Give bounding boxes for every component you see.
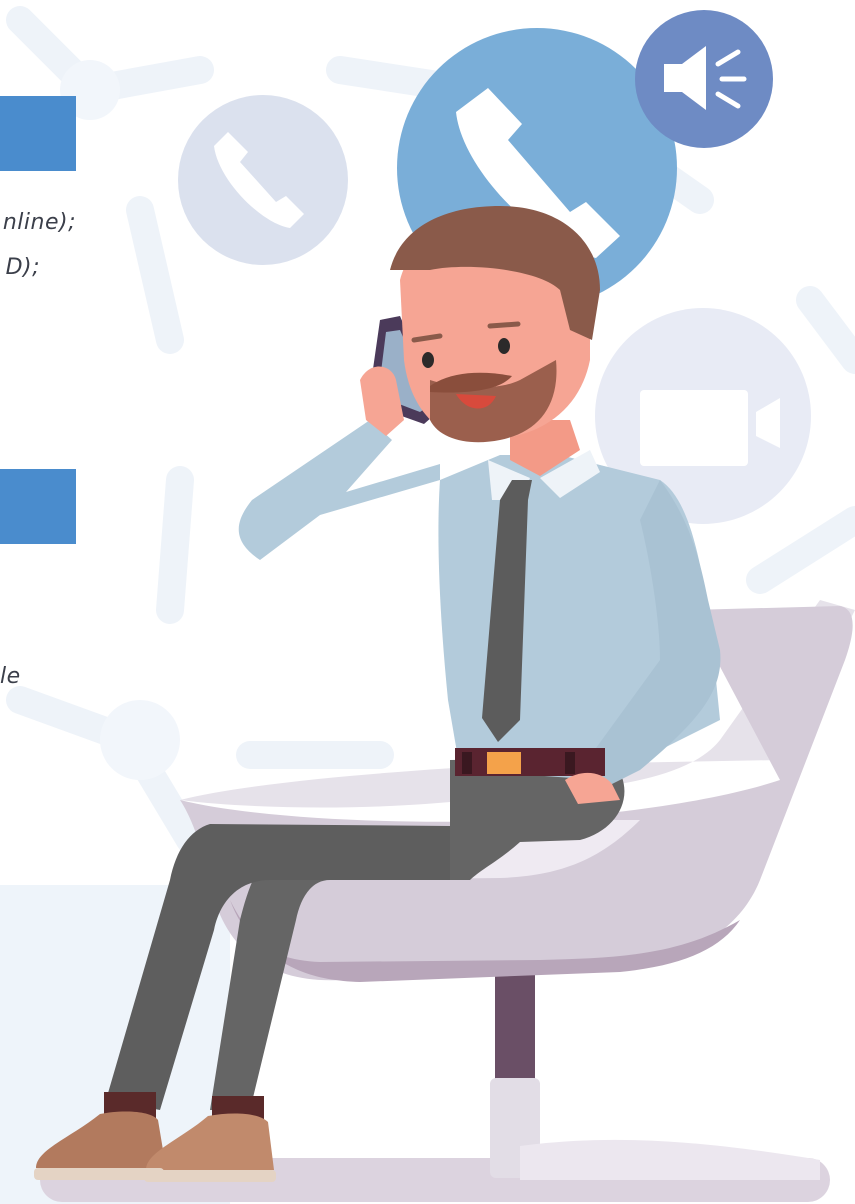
background-node [100,700,180,780]
eye [422,352,434,368]
text-fragment: D); [5,255,40,280]
eye [498,338,510,354]
belt [455,748,605,776]
text-fragment: le [0,664,20,689]
text-fragment: nline); [2,210,76,235]
speaker-badge [635,10,773,148]
illustration [0,6,855,1204]
faded-phone-badge [178,95,348,265]
header-bar-middle [0,469,76,544]
head [390,206,600,443]
header-bar-top [0,96,76,171]
